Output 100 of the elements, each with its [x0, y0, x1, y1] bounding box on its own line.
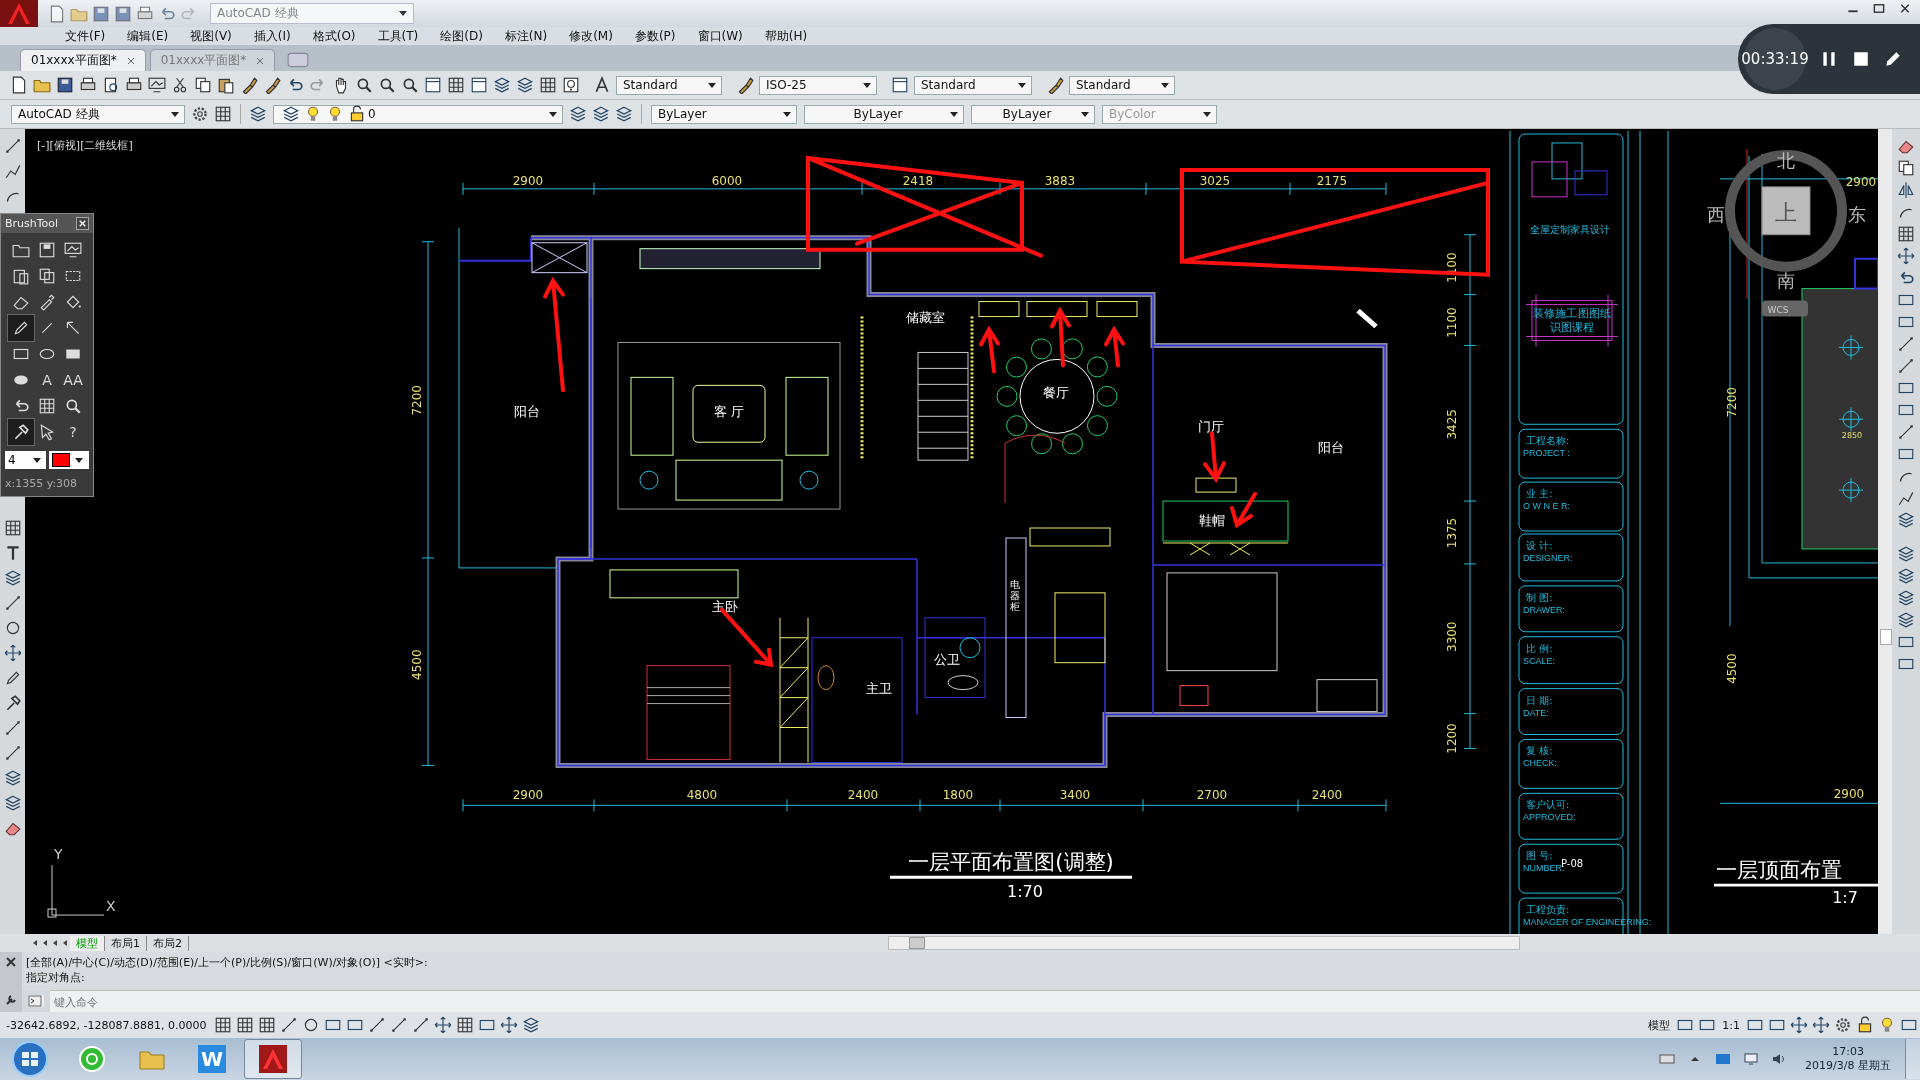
pencil-icon[interactable]: [12, 319, 30, 337]
layers-icon[interactable]: [282, 105, 300, 123]
annotation-scale-button[interactable]: 1:1: [1718, 1018, 1744, 1032]
layers-icon[interactable]: [516, 76, 534, 94]
new-file-icon[interactable]: [10, 76, 28, 94]
line-icon[interactable]: [390, 1016, 409, 1034]
linetype-dropdown[interactable]: ByLayer: [804, 104, 964, 124]
viewcube-face[interactable]: [1761, 186, 1811, 236]
menu-item[interactable]: 工具(T): [366, 27, 430, 45]
taskbar-app-button[interactable]: [244, 1039, 302, 1079]
line-icon[interactable]: [368, 1016, 387, 1034]
color-swatch[interactable]: [51, 453, 70, 467]
grid-icon[interactable]: [1897, 225, 1915, 243]
pencil-icon[interactable]: [3, 669, 22, 687]
lock-icon[interactable]: [1856, 1016, 1874, 1034]
layers-icon[interactable]: [592, 105, 610, 123]
move-icon[interactable]: [434, 1016, 453, 1034]
paste-icon[interactable]: [12, 267, 30, 285]
settings-icon[interactable]: [191, 105, 209, 123]
zoom-icon[interactable]: [64, 397, 82, 415]
line-icon[interactable]: [3, 744, 22, 762]
layers-icon[interactable]: [1897, 511, 1915, 529]
wrench-icon[interactable]: [5, 994, 17, 1006]
taskbar-app-button[interactable]: W: [184, 1040, 240, 1078]
layer-dropdown[interactable]: 0: [273, 104, 563, 124]
grid-icon[interactable]: [456, 1016, 475, 1034]
copy-icon[interactable]: [194, 76, 212, 94]
grid-icon[interactable]: [258, 1016, 277, 1034]
grid-icon[interactable]: [539, 76, 557, 94]
menu-item[interactable]: 绘图(D): [429, 27, 494, 45]
zoom-icon[interactable]: [355, 76, 373, 94]
table-style-dropdown[interactable]: Standard: [914, 75, 1032, 95]
layers-icon[interactable]: [1897, 545, 1915, 563]
arrow-icon[interactable]: [64, 319, 82, 337]
model-space-button[interactable]: 模型: [1644, 1017, 1675, 1033]
color-dropdown[interactable]: ByLayer: [651, 104, 797, 124]
viewport-label[interactable]: [-][俯视][二维线框]: [37, 138, 133, 152]
layers-icon[interactable]: [249, 105, 267, 123]
move-icon[interactable]: [500, 1016, 519, 1034]
menu-item[interactable]: 编辑(E): [116, 27, 180, 45]
move-icon[interactable]: [1812, 1016, 1830, 1034]
app-logo-icon[interactable]: [0, 0, 38, 27]
layers-icon[interactable]: [493, 76, 511, 94]
line-icon[interactable]: [38, 319, 56, 337]
zoom-icon[interactable]: [378, 76, 396, 94]
command-input[interactable]: 键入命令: [50, 990, 1920, 1012]
move-icon[interactable]: [1897, 247, 1915, 265]
layers-icon[interactable]: [1897, 611, 1915, 629]
paste-icon[interactable]: [217, 76, 235, 94]
line-icon[interactable]: [280, 1016, 299, 1034]
menu-item[interactable]: 修改(M): [558, 27, 624, 45]
stop-icon[interactable]: [1852, 50, 1870, 68]
save-icon[interactable]: [56, 76, 74, 94]
layers-icon[interactable]: [3, 769, 22, 787]
layers-icon[interactable]: [3, 569, 22, 587]
layers-icon[interactable]: [3, 794, 22, 812]
caret-icon[interactable]: [74, 457, 83, 463]
brush-size-dropdown[interactable]: 4: [5, 451, 46, 469]
cursor-icon[interactable]: [38, 423, 56, 441]
layout-tab[interactable]: 布局1: [105, 935, 147, 951]
multileader-style-dropdown[interactable]: Standard: [1069, 75, 1175, 95]
clock-time[interactable]: 17:03: [1832, 1045, 1864, 1058]
close-icon[interactable]: [76, 217, 89, 230]
menu-item[interactable]: 窗口(W): [686, 27, 754, 45]
menu-item[interactable]: 标注(N): [493, 27, 559, 45]
menu-item[interactable]: 文件(F): [54, 27, 117, 45]
move-icon[interactable]: [3, 644, 22, 662]
layout-tab[interactable]: 布局2: [147, 935, 189, 951]
polyline-icon[interactable]: [3, 162, 22, 180]
workspace-dropdown[interactable]: AutoCAD 经典: [210, 3, 414, 24]
network-icon[interactable]: [1743, 1051, 1760, 1067]
lineweight-dropdown[interactable]: ByLayer: [971, 104, 1095, 124]
eyedropper-icon[interactable]: [38, 293, 56, 311]
close-icon[interactable]: [5, 956, 17, 968]
layers-icon[interactable]: [1897, 589, 1915, 607]
document-tab[interactable]: 01xxxx平面图*: [20, 49, 146, 71]
line-icon[interactable]: [412, 1016, 431, 1034]
line-icon[interactable]: [3, 137, 22, 155]
line-icon[interactable]: [3, 719, 22, 737]
help-icon[interactable]: [562, 76, 580, 94]
close-icon[interactable]: [126, 56, 135, 65]
layers-icon[interactable]: [615, 105, 633, 123]
text-tool-button[interactable]: A: [42, 372, 52, 388]
line-icon[interactable]: [1897, 357, 1915, 375]
pencil-icon[interactable]: [1884, 50, 1902, 68]
brush-icon[interactable]: [240, 76, 258, 94]
line-icon[interactable]: [3, 594, 22, 612]
grid-icon[interactable]: [214, 105, 232, 123]
line-icon[interactable]: [1897, 423, 1915, 441]
pause-icon[interactable]: [1820, 50, 1838, 68]
mirror-icon[interactable]: [1897, 181, 1915, 199]
menu-item[interactable]: 帮助(H): [753, 27, 819, 45]
ucs-dropdown[interactable]: [1762, 300, 1808, 317]
menu-item[interactable]: 插入(I): [242, 27, 302, 45]
layers-icon[interactable]: [1897, 567, 1915, 585]
window-icon[interactable]: [891, 76, 909, 94]
paint-bucket-icon[interactable]: [64, 293, 82, 311]
clock-date[interactable]: 2019/3/8 星期五: [1805, 1058, 1891, 1073]
vertical-scrollbar[interactable]: [1878, 129, 1892, 934]
grid-icon[interactable]: [3, 519, 22, 537]
